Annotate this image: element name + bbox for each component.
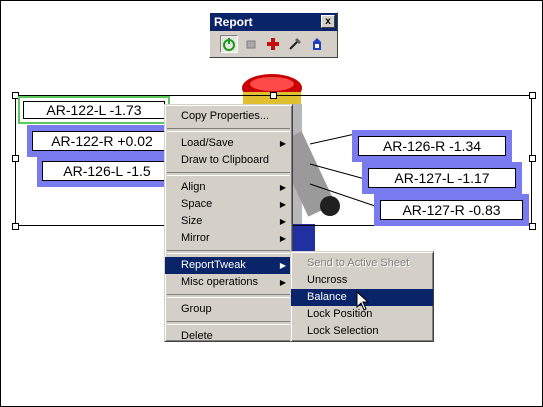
menu-item-draw-to-clipboard[interactable]: Draw to Clipboard [165,152,292,169]
submenu-arrow-icon: ▶ [279,217,286,226]
mouse-cursor-icon [356,291,370,311]
menu-item-label: Size [181,215,203,227]
gray-square-button[interactable] [242,35,260,53]
annotation-label[interactable]: AR-126-L -1.5 [37,156,172,187]
menu-separator [167,128,290,132]
resize-handle[interactable] [12,155,19,162]
submenu-arrow-icon: ▶ [279,139,286,148]
report-toolbar-title-text: Report [214,15,253,29]
resize-handle[interactable] [12,223,19,230]
gray-square-icon [246,40,256,49]
close-button[interactable]: x [321,15,335,28]
menu-separator [167,250,290,254]
annotation-label-text: AR-127-L -1.17 [368,168,516,188]
annotation-label[interactable]: AR-122-L -1.73 [18,96,170,124]
report-toolbar-title[interactable]: Report x [210,13,337,31]
menu-item-size[interactable]: Size ▶ [165,213,292,230]
export-icon [313,38,321,50]
annotation-label[interactable]: AR-127-R -0.83 [374,194,529,226]
annotation-label[interactable]: AR-122-R +0.02 [27,125,172,157]
menu-item-label: ReportTweak [181,259,246,271]
menu-item-delete[interactable]: Delete [165,328,292,345]
annotation-label-text: AR-122-R +0.02 [32,131,172,151]
resize-handle[interactable] [529,92,536,99]
annotation-label-text: AR-127-R -0.83 [380,200,523,220]
submenu-item-lock-selection[interactable]: Lock Selection [291,323,433,340]
submenu-arrow-icon: ▶ [279,183,286,192]
resize-handle[interactable] [529,223,536,230]
wand-button[interactable] [286,35,304,53]
wand-icon [289,38,301,50]
menu-item-label: Misc operations [181,276,259,288]
red-cross-icon [267,38,279,50]
menu-item-misc-operations[interactable]: Misc operations ▶ [165,274,292,291]
export-button[interactable] [308,35,326,53]
resize-handle[interactable] [270,92,277,99]
report-toolbar-window[interactable]: Report x [209,12,338,58]
submenu-item-uncross[interactable]: Uncross [291,272,433,289]
menu-item-copy-properties[interactable]: Copy Properties... [165,108,292,125]
annotation-label-text: AR-122-L -1.73 [23,101,165,119]
menu-item-label: Mirror [181,232,210,244]
menu-separator [167,172,290,176]
menu-item-label: Space [181,198,213,210]
menu-item-load-save[interactable]: Load/Save ▶ [165,135,292,152]
context-menu[interactable]: Copy Properties... Load/Save ▶ Draw to C… [164,104,293,342]
submenu-arrow-icon: ▶ [279,261,286,270]
power-button[interactable] [220,35,238,53]
submenu-item-send-to-active-sheet: Send to Active Sheet [307,257,410,269]
menu-item-label: Load/Save [181,137,234,149]
power-icon [223,38,235,51]
menu-item-label: Align [181,181,206,193]
menu-separator [167,294,290,298]
annotation-label-text: AR-126-L -1.5 [42,161,172,181]
submenu-arrow-icon: ▶ [279,234,286,243]
close-icon: x [325,16,331,27]
annotation-label-text: AR-126-R -1.34 [358,136,506,156]
menu-item-report-tweak[interactable]: ReportTweak ▶ [165,257,292,274]
menu-item-mirror[interactable]: Mirror ▶ [165,230,292,247]
menu-item-group[interactable]: Group [165,301,292,318]
annotation-label[interactable]: AR-126-R -1.34 [352,130,512,162]
annotation-label[interactable]: AR-127-L -1.17 [362,162,522,194]
resize-handle[interactable] [529,155,536,162]
submenu-arrow-icon: ▶ [279,200,286,209]
menu-item-space[interactable]: Space ▶ [165,196,292,213]
red-cross-button[interactable] [264,35,282,53]
menu-separator [167,321,290,325]
menu-item-align[interactable]: Align ▶ [165,179,292,196]
submenu-arrow-icon: ▶ [279,278,286,287]
